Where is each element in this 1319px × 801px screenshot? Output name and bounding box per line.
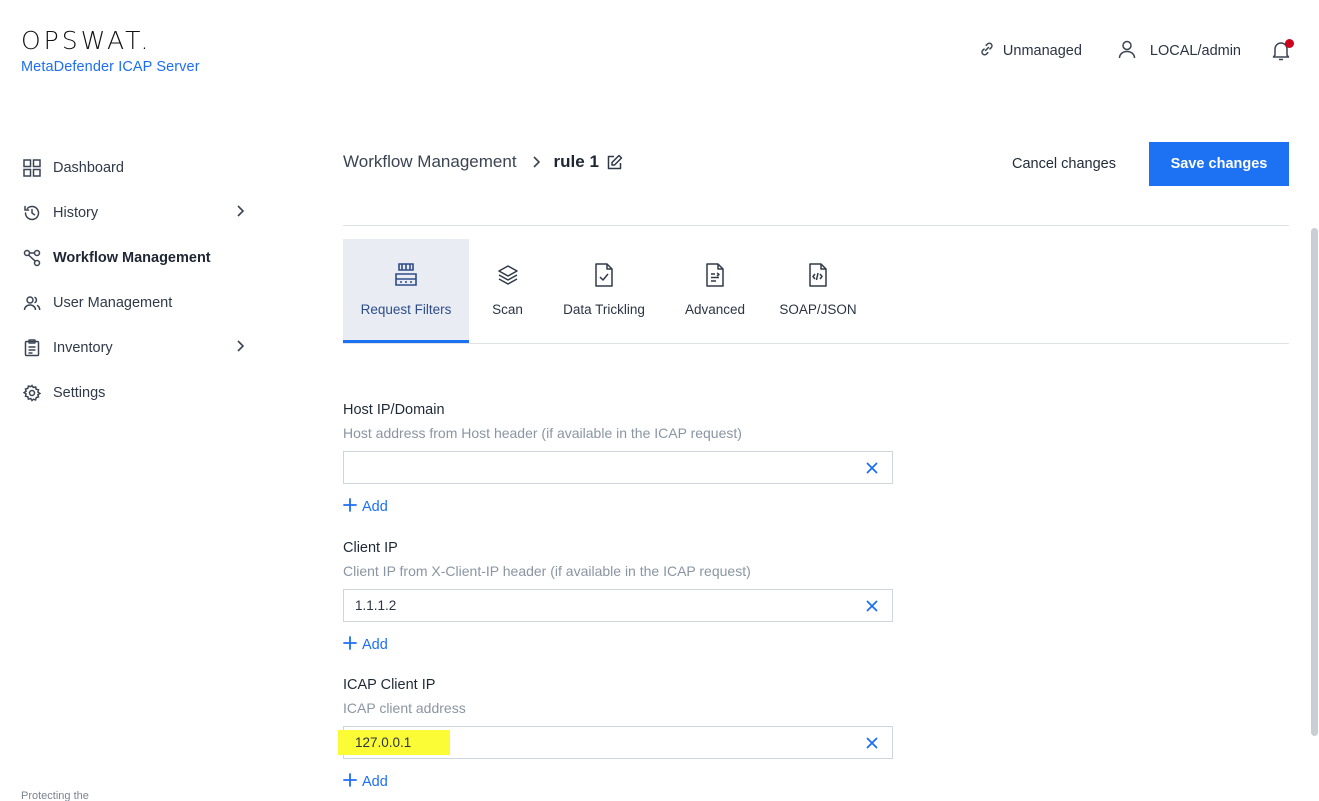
management-status-label: Unmanaged [1002, 43, 1082, 59]
tab-scan[interactable]: Scan [469, 239, 546, 343]
add-client-ip-button[interactable]: Add [343, 636, 388, 654]
username: LOCAL/admin [1149, 43, 1241, 59]
tab-request-filters[interactable]: Request Filters [343, 239, 469, 343]
sidebar-footer-text: Protecting the [21, 790, 89, 801]
close-icon[interactable] [865, 736, 879, 750]
workflow-icon [22, 248, 42, 268]
tab-soap-json[interactable]: SOAP/JSON [768, 239, 868, 343]
sidebar-item-inventory[interactable]: Inventory [22, 325, 247, 370]
user-menu[interactable]: LOCAL/admin [1116, 38, 1241, 64]
icap-client-ip-section: ICAP Client IP ICAP client address Add [338, 677, 893, 792]
sidebar-item-label: Inventory [53, 339, 113, 356]
user-icon [1116, 38, 1138, 64]
brand-logo[interactable]: OPSWAT. MetaDefender ICAP Server [21, 26, 200, 75]
tab-data-trickling[interactable]: Data Trickling [546, 239, 662, 343]
sidebar-item-user-management[interactable]: User Management [22, 280, 247, 325]
sidebar-item-workflow-management[interactable]: Workflow Management [22, 235, 247, 280]
field-label: Client IP [343, 540, 398, 556]
chevron-right-icon [531, 155, 541, 169]
tab-label: Advanced [684, 302, 746, 317]
save-changes-button[interactable]: Save changes [1149, 142, 1289, 186]
sidebar-item-label: Dashboard [53, 159, 124, 176]
tab-advanced[interactable]: Advanced [662, 239, 768, 343]
field-help-text: ICAP client address [343, 700, 466, 716]
gear-icon [22, 383, 42, 403]
tabs-divider [343, 343, 1289, 344]
host-ip-input-wrapper [343, 451, 893, 484]
layers-icon [496, 259, 520, 291]
plus-icon [343, 636, 357, 654]
host-ip-domain-section: Host IP/Domain Host address from Host he… [343, 402, 893, 517]
field-label: ICAP Client IP [343, 677, 436, 693]
add-label: Add [362, 637, 388, 653]
chevron-right-icon [235, 204, 245, 222]
file-list-icon [704, 259, 726, 291]
product-name: MetaDefender ICAP Server [21, 59, 200, 75]
tab-label: Scan [492, 302, 523, 317]
notification-dot [1285, 39, 1294, 48]
header-divider [343, 225, 1289, 226]
add-label: Add [362, 499, 388, 515]
history-icon [22, 203, 42, 223]
sidebar-item-label: Workflow Management [53, 249, 211, 266]
sidebar-nav: Dashboard History Workflow Management Us… [22, 145, 247, 415]
breadcrumb-current: rule 1 [553, 152, 599, 171]
chevron-right-icon [235, 339, 245, 357]
header-toolbar: Unmanaged LOCAL/admin [979, 38, 1294, 65]
client-ip-input-wrapper [343, 589, 893, 622]
scrollbar[interactable] [1311, 228, 1318, 736]
file-code-icon [807, 259, 829, 291]
breadcrumb-parent[interactable]: Workflow Management [343, 152, 517, 172]
plus-icon [343, 773, 357, 791]
dashboard-grid-icon [22, 158, 42, 178]
sidebar-item-settings[interactable]: Settings [22, 370, 247, 415]
users-icon [22, 293, 42, 313]
close-icon[interactable] [865, 461, 879, 475]
icap-client-ip-input-wrapper [338, 726, 893, 759]
bell-icon [1271, 42, 1291, 65]
add-label: Add [362, 774, 388, 790]
host-ip-domain-input[interactable] [344, 452, 892, 483]
field-label: Host IP/Domain [343, 402, 445, 418]
plus-icon [343, 498, 357, 516]
close-icon[interactable] [865, 599, 879, 613]
sidebar-item-label: History [53, 204, 99, 221]
client-ip-input[interactable] [344, 590, 892, 621]
management-status[interactable]: Unmanaged [979, 41, 1082, 61]
sidebar-item-dashboard[interactable]: Dashboard [22, 145, 247, 190]
tab-label: Request Filters [360, 302, 452, 317]
file-check-icon [593, 259, 615, 291]
sidebar-item-label: Settings [53, 384, 106, 401]
notifications-button[interactable] [1271, 39, 1294, 65]
add-icap-client-ip-button[interactable]: Add [343, 773, 388, 791]
link-broken-icon [979, 41, 995, 61]
tab-label: SOAP/JSON [779, 302, 857, 317]
icap-client-ip-input[interactable] [344, 727, 892, 758]
sidebar-item-label: User Management [53, 294, 173, 311]
filter-server-icon [392, 259, 420, 291]
logo-wordmark: OPSWAT. [21, 26, 152, 55]
edit-icon[interactable] [606, 154, 623, 171]
client-ip-section: Client IP Client IP from X-Client-IP hea… [343, 540, 893, 655]
clipboard-icon [22, 338, 42, 358]
tab-label: Data Trickling [563, 302, 645, 317]
add-host-ip-button[interactable]: Add [343, 498, 388, 516]
sidebar-item-history[interactable]: History [22, 190, 247, 235]
field-help-text: Client IP from X-Client-IP header (if av… [343, 563, 751, 579]
breadcrumb: Workflow Management rule 1 [343, 152, 623, 172]
workflow-tabs: Request Filters Scan Data Trickling Adva… [343, 239, 868, 343]
cancel-changes-button[interactable]: Cancel changes [996, 142, 1132, 186]
field-help-text: Host address from Host header (if availa… [343, 425, 742, 441]
